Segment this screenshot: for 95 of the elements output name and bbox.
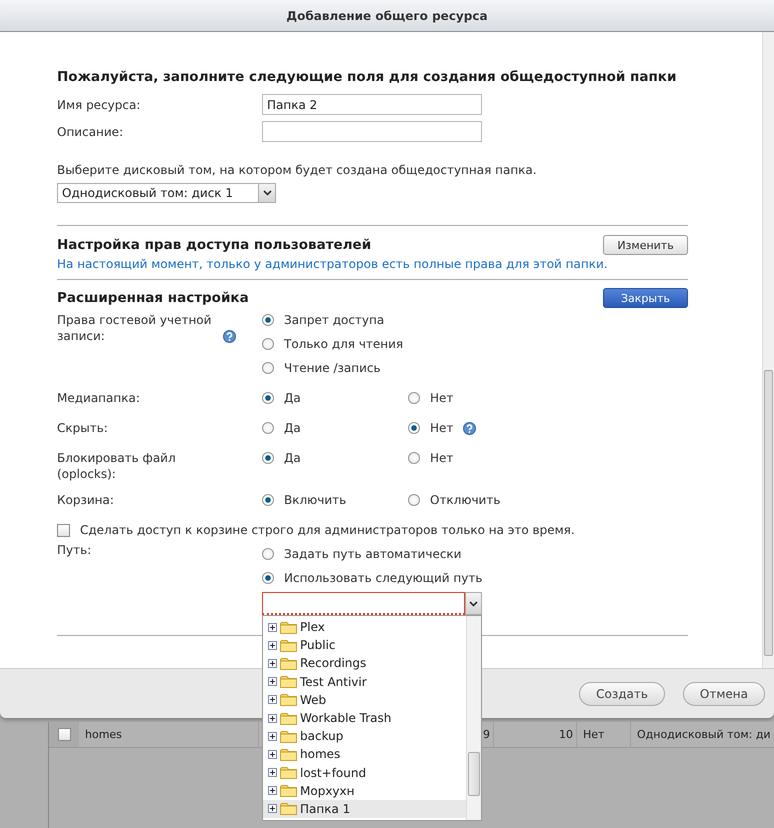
input-field[interactable] [262,121,482,142]
folder-item[interactable]: lost+found [263,764,466,782]
folder-item[interactable]: Папка 1 [263,800,466,818]
radio-button[interactable] [408,452,420,464]
option-label: Корзина: [57,492,114,508]
path-field[interactable] [262,592,465,615]
folder-item[interactable]: Морхухн [263,782,466,800]
option-label: Права гостевой учетной записи: [57,312,212,344]
radio-label: Нет [430,421,454,435]
folder-icon [280,784,297,798]
folder-icon [280,802,297,816]
footer-button[interactable]: Отмена [682,682,765,706]
radio-button[interactable] [262,314,274,326]
radio-button[interactable] [262,548,274,560]
folder-icon [280,656,297,670]
expand-icon[interactable] [268,768,277,778]
expand-icon[interactable] [268,714,277,723]
checkbox-label: Сделать доступ к корзине строго для администраторов только на это время. [80,523,575,537]
expand-icon[interactable] [268,804,277,814]
expand-icon[interactable] [268,750,277,759]
radio-label: Включить [284,493,346,507]
option-label: Блокировать файл (oplocks): [57,450,177,482]
radio-label: Только для чтения [284,337,404,351]
folder-icon [280,712,297,725]
folder-icon [280,620,297,634]
radio-label: Отключить [430,493,500,507]
folder-icon [280,638,297,652]
radio-button[interactable] [262,494,274,506]
radio-label: Да [284,391,301,405]
folder-item[interactable]: Web [263,690,466,709]
folder-item[interactable]: Workable Trash [263,708,466,728]
permissions-note: На настоящий момент, только у администраторов есть полные права для этой папки. [57,257,609,271]
radio-label: Запрет доступа [284,313,384,327]
folder-icon [280,766,297,780]
radio-button[interactable] [262,338,274,350]
expand-icon[interactable] [268,786,277,796]
scrollbar[interactable] [466,616,481,820]
help-icon[interactable] [223,330,236,344]
expand-icon[interactable] [268,622,277,632]
expand-icon[interactable] [268,732,277,741]
folder-icon [280,748,297,761]
scrollbar[interactable] [762,32,774,668]
radio-label: Чтение /запись [284,361,381,375]
section-heading: Настройка прав доступа пользователей [57,237,372,253]
dropdown-button[interactable] [465,592,482,615]
caret-icon [469,600,478,606]
help-icon[interactable] [463,422,476,434]
folder-item[interactable]: Test Antivir [263,672,466,691]
folder-item[interactable]: backup [263,727,466,746]
radio-button[interactable] [408,494,420,506]
expand-icon[interactable] [268,640,277,650]
folder-item[interactable]: Public [263,636,466,654]
radio-button[interactable] [408,392,420,404]
radio-button[interactable] [262,572,274,584]
volume-dropdown[interactable]: Однодисковый том: диск 1 [57,183,276,203]
folder-icon [280,693,297,706]
radio-label: Использовать следующий путь [284,571,482,585]
radio-button[interactable] [408,422,420,434]
radio-label: Да [284,451,301,465]
folder-icon [280,675,297,688]
radio-button[interactable] [262,392,274,404]
change-button[interactable]: Изменить [603,235,688,255]
option-label: Путь: [57,543,92,557]
checkbox[interactable] [58,728,70,741]
field-label: Имя ресурса: [57,98,142,112]
caret-icon [262,190,272,196]
folder-item[interactable]: homes [263,745,466,764]
field-label: Описание: [57,124,124,138]
radio-label: Да [284,421,301,435]
section-heading: Расширенная настройка [57,290,249,306]
radio-button[interactable] [262,452,274,464]
radio-button[interactable] [262,422,274,434]
folder-item[interactable]: Recordings [263,654,466,673]
expand-icon[interactable] [268,677,277,686]
input-field[interactable]: Папка 2 [262,94,482,115]
radio-label: Нет [430,391,454,405]
close-button[interactable]: Закрыть [603,288,688,308]
radio-button[interactable] [262,362,274,374]
option-label: Скрыть: [57,420,108,436]
option-label: Медиапапка: [57,390,140,406]
folder-icon [280,730,297,743]
footer-button[interactable]: Создать [579,682,665,706]
form-heading: Пожалуйста, заполните следующие поля для создания общедоступной папки [57,69,678,85]
expand-icon[interactable] [268,658,277,668]
checkbox[interactable] [57,524,70,536]
table-cell: Однодисковый том: ди [631,722,774,747]
expand-icon[interactable] [268,695,277,704]
dialog-title: Добавление общего ресурса [286,8,488,22]
folder-item[interactable]: Plex [263,618,466,636]
radio-label: Задать путь автоматически [284,547,462,561]
radio-label: Нет [430,451,454,465]
table-cell: Нет [577,722,631,747]
volume-label: Выберите дисковый том, на котором будет создана общедоступная папка. [57,163,537,177]
table-cell: 10 [494,722,577,747]
table-cell: homes [79,722,259,747]
